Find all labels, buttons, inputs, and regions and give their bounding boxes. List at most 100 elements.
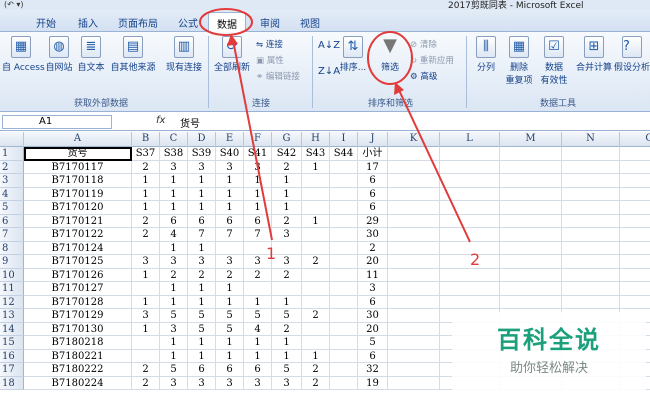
row-header[interactable]: 17 — [0, 363, 24, 377]
cell-g17[interactable]: 5 — [272, 363, 302, 377]
cell-d17[interactable]: 6 — [188, 363, 216, 377]
cell-j16[interactable]: 6 — [358, 349, 388, 363]
cell-e14[interactable]: 5 — [216, 322, 244, 336]
cell-i8[interactable] — [330, 241, 358, 255]
cell-a6[interactable]: B7170121 — [24, 214, 132, 228]
cell-n2[interactable] — [562, 160, 620, 174]
row-header[interactable]: 10 — [0, 268, 24, 282]
cell-i3[interactable] — [330, 174, 358, 188]
cell-n3[interactable] — [562, 174, 620, 188]
cell-f17[interactable]: 6 — [244, 363, 272, 377]
cell-k3[interactable] — [388, 174, 440, 188]
cell-g2[interactable]: 2 — [272, 160, 302, 174]
cell-d7[interactable]: 7 — [188, 228, 216, 242]
cell-o10[interactable] — [620, 269, 650, 282]
advanced-filter-button[interactable]: ⚙ 高级 — [410, 70, 437, 82]
cell-j8[interactable]: 2 — [358, 241, 388, 255]
quick-access-toolbar[interactable]: (↶ ▾) — [4, 0, 24, 9]
cell-g1[interactable]: S42 — [272, 147, 302, 161]
cell-g9[interactable]: 3 — [272, 255, 302, 269]
cell-g12[interactable]: 1 — [272, 295, 302, 309]
cell-b8[interactable] — [132, 241, 160, 255]
cell-o6[interactable] — [620, 215, 650, 228]
cell-e15[interactable]: 1 — [216, 336, 244, 350]
cell-j17[interactable]: 32 — [358, 363, 388, 377]
text-to-columns-button[interactable]: ⫼ 分列 — [472, 36, 500, 73]
data-validation-button[interactable]: ☑ 数据 有效性 — [536, 36, 572, 86]
cell-f2[interactable]: 3 — [244, 160, 272, 174]
cell-i13[interactable] — [330, 309, 358, 323]
cell-c18[interactable]: 3 — [160, 376, 188, 390]
row-header[interactable]: 12 — [0, 295, 24, 309]
cell-g6[interactable]: 2 — [272, 214, 302, 228]
cell-i18[interactable] — [330, 376, 358, 390]
column-header-m[interactable]: M — [500, 132, 562, 147]
cell-a11[interactable]: B7170127 — [24, 282, 132, 296]
cell-i14[interactable] — [330, 322, 358, 336]
cell-g14[interactable]: 2 — [272, 322, 302, 336]
cell-h1[interactable]: S43 — [302, 147, 330, 161]
cell-i16[interactable] — [330, 349, 358, 363]
cell-j2[interactable]: 17 — [358, 160, 388, 174]
cell-j10[interactable]: 11 — [358, 268, 388, 282]
consolidate-button[interactable]: ⊞ 合并计算 — [574, 36, 614, 73]
row-header[interactable]: 9 — [0, 255, 24, 269]
cell-h7[interactable] — [302, 228, 330, 242]
column-header-l[interactable]: L — [440, 132, 500, 147]
column-header-d[interactable]: D — [188, 132, 216, 147]
cell-c14[interactable]: 3 — [160, 322, 188, 336]
cell-b6[interactable]: 2 — [132, 214, 160, 228]
cell-l2[interactable] — [440, 160, 500, 174]
cell-e6[interactable]: 6 — [216, 214, 244, 228]
cell-f11[interactable] — [244, 282, 272, 296]
cell-o7[interactable] — [620, 228, 650, 242]
cell-h14[interactable] — [302, 322, 330, 336]
cell-n8[interactable] — [562, 241, 620, 255]
cell-n9[interactable] — [562, 255, 620, 269]
cell-f10[interactable]: 2 — [244, 268, 272, 282]
cell-k12[interactable] — [388, 295, 440, 309]
cell-k18[interactable] — [388, 376, 440, 390]
cell-k8[interactable] — [388, 241, 440, 255]
cell-o8[interactable] — [620, 242, 650, 255]
cell-g13[interactable]: 5 — [272, 309, 302, 323]
tab-home[interactable]: 开始 — [36, 15, 56, 30]
tab-view[interactable]: 视图 — [300, 15, 320, 30]
cell-m5[interactable] — [500, 201, 562, 215]
cell-a17[interactable]: B7180222 — [24, 363, 132, 377]
row-header[interactable]: 18 — [0, 376, 24, 390]
cell-h9[interactable]: 2 — [302, 255, 330, 269]
cell-b9[interactable]: 3 — [132, 255, 160, 269]
cell-n1[interactable] — [562, 147, 620, 161]
cell-h3[interactable] — [302, 174, 330, 188]
cell-j12[interactable]: 6 — [358, 295, 388, 309]
cell-e5[interactable]: 1 — [216, 201, 244, 215]
cell-f13[interactable]: 5 — [244, 309, 272, 323]
cell-m10[interactable] — [500, 268, 562, 282]
sort-button[interactable]: ⇅ 排序... — [338, 36, 368, 73]
column-header-j[interactable]: J — [358, 132, 388, 147]
reapply-button[interactable]: ↻ 重新应用 — [410, 54, 454, 66]
cell-k7[interactable] — [388, 228, 440, 242]
cell-e4[interactable]: 1 — [216, 187, 244, 201]
row-header[interactable]: 3 — [0, 174, 24, 188]
cell-c10[interactable]: 2 — [160, 268, 188, 282]
cell-b16[interactable] — [132, 349, 160, 363]
from-text-button[interactable]: ≣ 自文本 — [76, 36, 106, 73]
cell-f5[interactable]: 1 — [244, 201, 272, 215]
cell-n10[interactable] — [562, 268, 620, 282]
cell-d11[interactable]: 1 — [188, 282, 216, 296]
from-web-button[interactable]: ◍ 自网站 — [44, 36, 74, 73]
cell-c12[interactable]: 1 — [160, 295, 188, 309]
row-header[interactable]: 4 — [0, 187, 24, 201]
column-header-a[interactable]: A — [24, 132, 132, 147]
cell-c9[interactable]: 3 — [160, 255, 188, 269]
name-box[interactable]: A1 — [2, 115, 112, 129]
cell-m3[interactable] — [500, 174, 562, 188]
cell-j11[interactable]: 3 — [358, 282, 388, 296]
cell-g15[interactable]: 1 — [272, 336, 302, 350]
cell-d2[interactable]: 3 — [188, 160, 216, 174]
cell-k13[interactable] — [388, 309, 440, 323]
column-header-k[interactable]: K — [388, 132, 440, 147]
cell-b3[interactable]: 1 — [132, 174, 160, 188]
